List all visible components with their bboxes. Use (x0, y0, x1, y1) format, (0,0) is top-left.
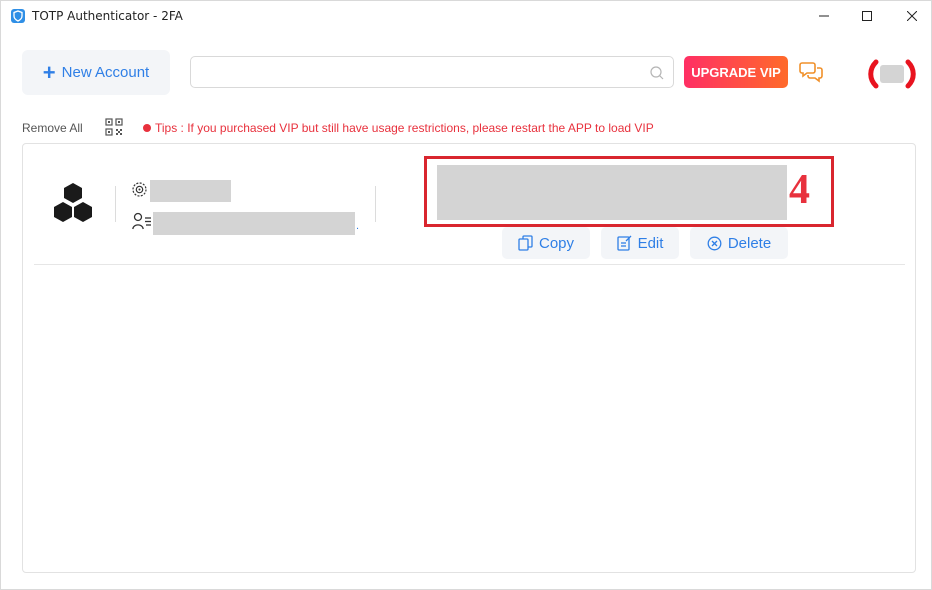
new-account-label: New Account (61, 64, 150, 81)
account-name-trailing: . (356, 220, 360, 232)
title-bar[interactable]: TOTP Authenticator - 2FA (1, 1, 932, 31)
tip-dot-icon (143, 124, 151, 132)
copy-button[interactable]: Copy (502, 227, 590, 259)
search-input[interactable] (191, 57, 631, 87)
minimize-button[interactable] (801, 1, 847, 31)
delete-button[interactable]: Delete (690, 227, 788, 259)
user-list-icon (132, 212, 152, 235)
otp-code-digit: 4 (789, 167, 810, 213)
accounts-list: . 4 Copy Edit Delete (22, 143, 916, 573)
shield-icon (11, 9, 25, 23)
tips-text: Tips : If you purchased VIP but still ha… (155, 121, 654, 135)
tips-message: Tips : If you purchased VIP but still ha… (143, 121, 654, 135)
account-name-redacted (153, 212, 355, 235)
divider (375, 186, 376, 222)
otp-code-redacted (437, 165, 787, 220)
list-item: . 4 Copy Edit Delete (34, 144, 905, 265)
status-badge (867, 59, 917, 89)
divider (115, 186, 116, 222)
app-window: TOTP Authenticator - 2FA + New Account U… (0, 0, 932, 590)
plus-icon: + (42, 59, 56, 85)
edit-icon (616, 235, 632, 251)
new-account-button[interactable]: + New Account (22, 50, 170, 95)
remove-all-button[interactable]: Remove All (22, 121, 83, 135)
close-button[interactable] (889, 1, 932, 31)
qr-code-icon[interactable] (105, 118, 123, 141)
hexagon-cluster-icon (52, 182, 94, 229)
maximize-button[interactable] (844, 1, 890, 31)
delete-label: Delete (727, 234, 772, 252)
edit-label: Edit (637, 234, 664, 252)
close-circle-icon (707, 236, 722, 250)
upgrade-vip-button[interactable]: UPGRADE VIP (684, 56, 788, 88)
window-title: TOTP Authenticator - 2FA (32, 9, 183, 23)
copy-label: Copy (538, 234, 575, 252)
issuer-name-redacted (150, 180, 231, 202)
upgrade-vip-label: UPGRADE VIP (691, 64, 781, 80)
search-icon[interactable] (649, 65, 665, 86)
chat-bubbles-icon[interactable] (799, 61, 823, 88)
search-box[interactable] (190, 56, 674, 88)
gear-icon (131, 181, 148, 203)
edit-button[interactable]: Edit (601, 227, 679, 259)
copy-icon (518, 235, 533, 251)
otp-code-highlight: 4 (424, 156, 834, 227)
